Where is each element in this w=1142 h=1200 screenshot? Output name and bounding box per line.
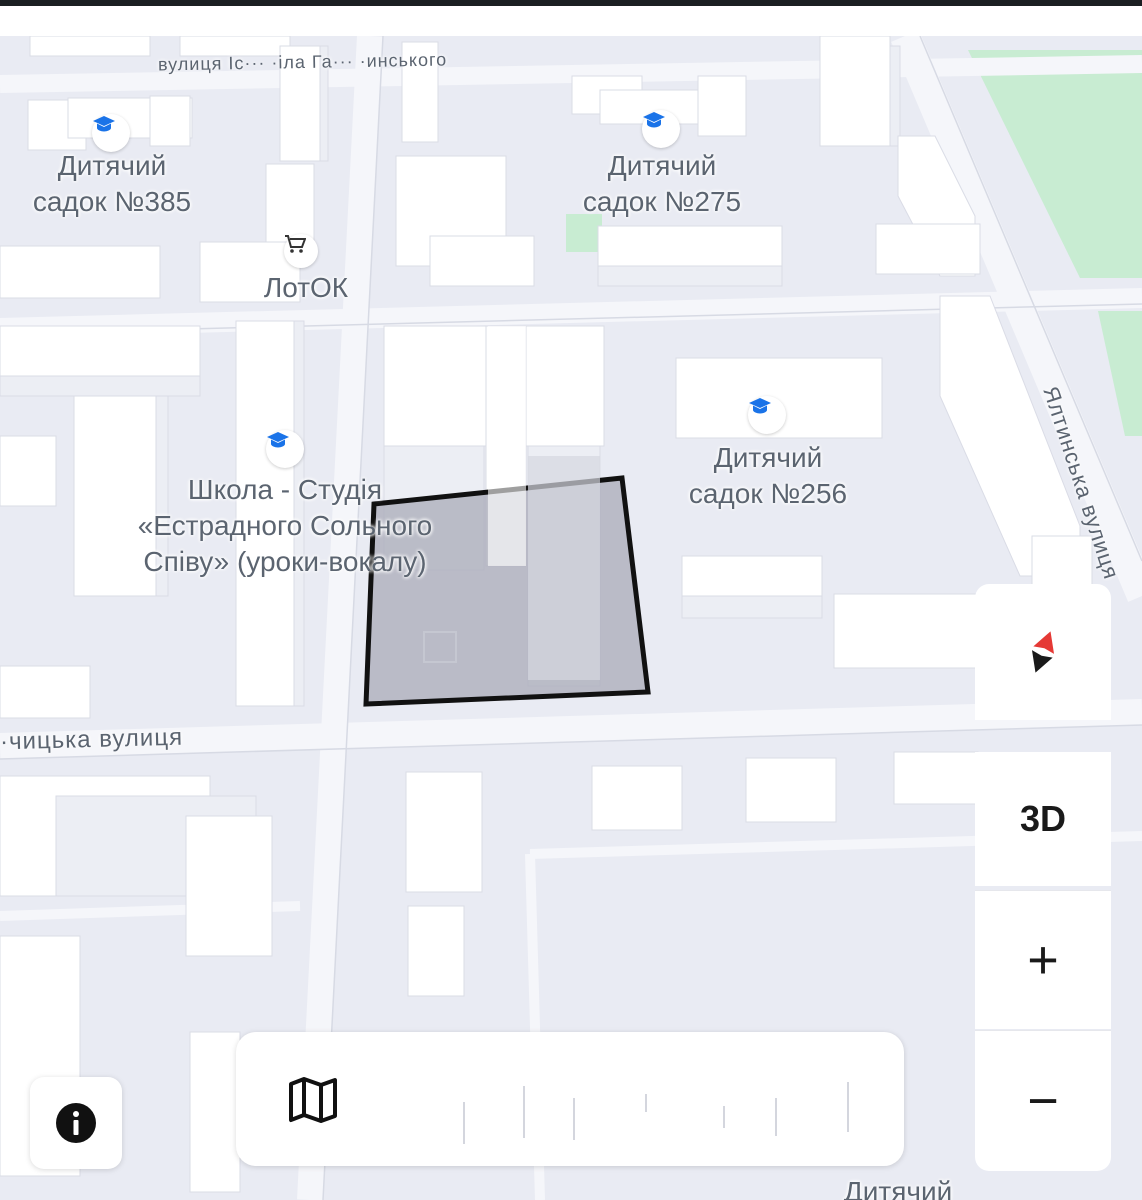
poi-label-vocal-school: Школа - Студія «Естрадного Сольного Співу»… (137, 474, 433, 577)
info-icon (56, 1103, 96, 1143)
building (0, 375, 201, 397)
3d-view-button[interactable]: 3D (975, 752, 1111, 886)
building (429, 235, 535, 287)
building (0, 245, 161, 299)
street-label-bottom: ·чицька вулиця (0, 723, 184, 756)
poi-label-kindergarten-partial: Дитячий (843, 1176, 953, 1200)
zoom-scale-ticks (463, 1082, 849, 1144)
compass-button[interactable] (975, 584, 1111, 720)
poi-label-lotok: ЛотОК (263, 272, 349, 303)
zoom-in-button[interactable]: + (975, 890, 1111, 1029)
building (893, 751, 979, 805)
map-icon[interactable] (288, 1076, 338, 1124)
building (819, 36, 891, 147)
map-layer-strip[interactable] (236, 1032, 904, 1166)
building (185, 815, 273, 957)
building (875, 223, 981, 275)
school-icon[interactable] (748, 396, 786, 434)
building (889, 45, 901, 147)
shopping-cart-icon[interactable] (284, 234, 318, 268)
poi-label-kindergarten-385: Дитячий садок №385 (32, 150, 192, 217)
building (745, 757, 837, 823)
building (597, 265, 783, 287)
building (149, 95, 191, 147)
info-button[interactable] (30, 1077, 122, 1169)
building (0, 665, 91, 719)
building (189, 1031, 241, 1193)
school-icon[interactable] (642, 110, 680, 148)
building (488, 326, 526, 566)
building (591, 765, 683, 831)
building (405, 771, 483, 893)
building (697, 75, 747, 137)
building (681, 595, 823, 619)
map-view[interactable]: вулиця Іс··· ·іла Га··· ·инського Ялтинс… (0, 36, 1142, 1200)
building (833, 593, 985, 669)
school-icon[interactable] (266, 430, 304, 468)
building (407, 905, 465, 997)
road (297, 36, 383, 1200)
school-icon[interactable] (92, 114, 130, 152)
top-bar (0, 0, 1142, 6)
poi-label-kindergarten-256: Дитячий садок №256 (688, 442, 848, 509)
park-area (1098, 311, 1142, 436)
building (0, 435, 57, 507)
building (29, 36, 151, 57)
building (528, 456, 600, 680)
zoom-out-button[interactable]: − (975, 1030, 1111, 1171)
compass-icon (1031, 631, 1055, 673)
poi-label-kindergarten-275: Дитячий садок №275 (582, 150, 742, 217)
